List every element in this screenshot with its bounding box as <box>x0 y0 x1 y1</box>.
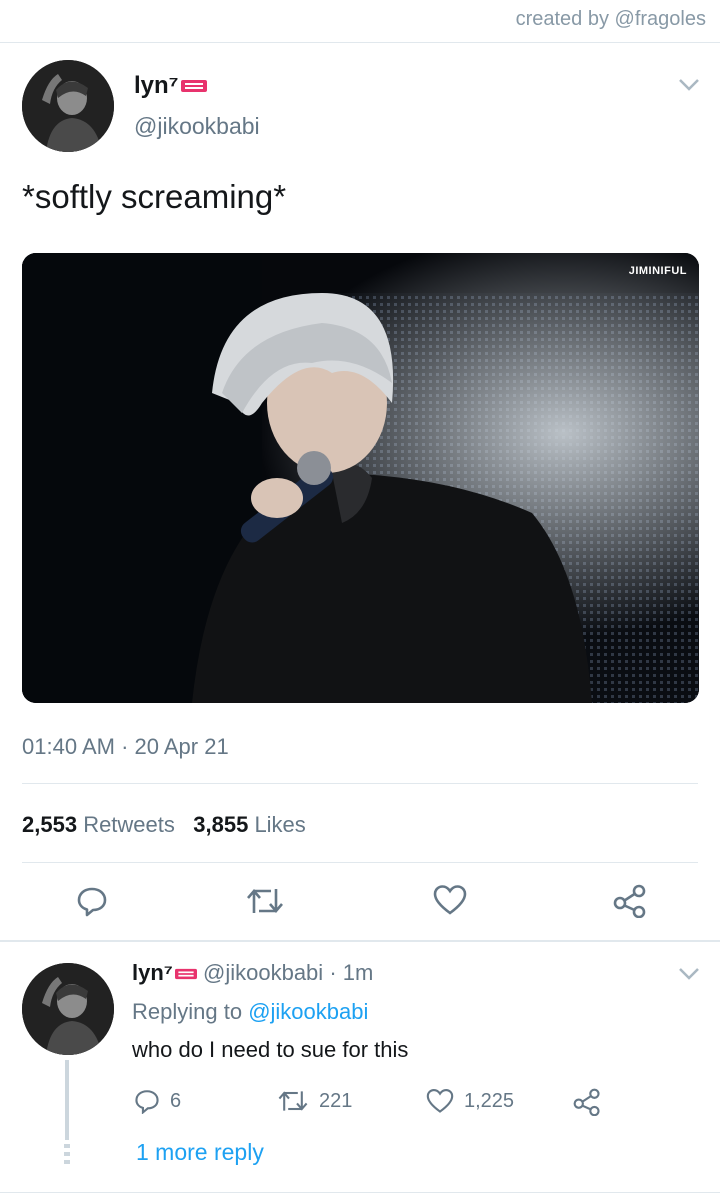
reply-author-name[interactable]: lyn⁷ <box>132 960 173 985</box>
author-handle[interactable]: @jikookbabi <box>134 113 260 140</box>
replying-to: Replying to @jikookbabi <box>132 999 369 1024</box>
replying-to-handle[interactable]: @jikookbabi <box>248 999 368 1024</box>
divider <box>22 783 698 784</box>
likes-stat[interactable]: 3,855 Likes <box>193 812 306 837</box>
divider <box>0 940 720 942</box>
tweet-text: *softly screaming* <box>22 178 287 215</box>
retweet-count: 221 <box>319 1089 353 1112</box>
share-icon[interactable] <box>612 884 648 923</box>
reply-retweet-button[interactable]: 221 <box>277 1088 352 1114</box>
retweets-stat[interactable]: 2,553 Retweets <box>22 812 175 837</box>
thread-dots <box>64 1144 70 1166</box>
author-avatar[interactable] <box>22 60 114 152</box>
thread-line <box>65 1060 69 1140</box>
reply-count: 6 <box>170 1089 182 1112</box>
like-icon[interactable] <box>433 884 467 921</box>
photo-watermark: JIMINIFUL <box>628 265 687 277</box>
share-icon <box>573 1088 600 1116</box>
ticket-emoji-icon <box>180 73 207 101</box>
chevron-down-icon[interactable] <box>678 78 700 97</box>
retweet-icon <box>278 1091 308 1111</box>
author-name-text: lyn⁷ <box>134 72 179 99</box>
reply-header: lyn⁷ @jikookbabi · 1m <box>132 960 373 987</box>
divider <box>0 42 720 43</box>
show-more-replies-link[interactable]: 1 more reply <box>136 1139 264 1166</box>
chevron-down-icon[interactable] <box>678 967 700 986</box>
reply-like-button[interactable]: 1,225 <box>426 1088 514 1114</box>
reply-text: who do I need to sue for this <box>132 1037 409 1062</box>
reply-time: · 1m <box>329 960 374 985</box>
tweet-photo[interactable]: JIMINIFUL <box>22 253 699 703</box>
reply-icon <box>135 1090 159 1114</box>
like-icon <box>426 1088 454 1113</box>
divider <box>0 1192 720 1193</box>
retweet-icon[interactable] <box>245 885 285 922</box>
reply-reply-button[interactable]: 6 <box>134 1088 181 1114</box>
reply-share-button[interactable] <box>572 1088 602 1116</box>
tweet-stats: 2,553 Retweets 3,855 Likes <box>22 812 306 838</box>
author-name[interactable]: lyn⁷ <box>134 72 207 101</box>
tweet-timestamp[interactable]: 01:40 AM · 20 Apr 21 <box>22 734 229 760</box>
creator-watermark: created by @fragoles <box>515 8 706 30</box>
divider <box>22 862 698 863</box>
ticket-emoji-icon <box>174 961 197 987</box>
like-count: 1,225 <box>464 1089 515 1112</box>
reply-icon[interactable] <box>76 885 108 922</box>
reply-author-handle[interactable]: @jikookbabi <box>203 960 323 985</box>
reply-author-avatar[interactable] <box>22 963 114 1055</box>
